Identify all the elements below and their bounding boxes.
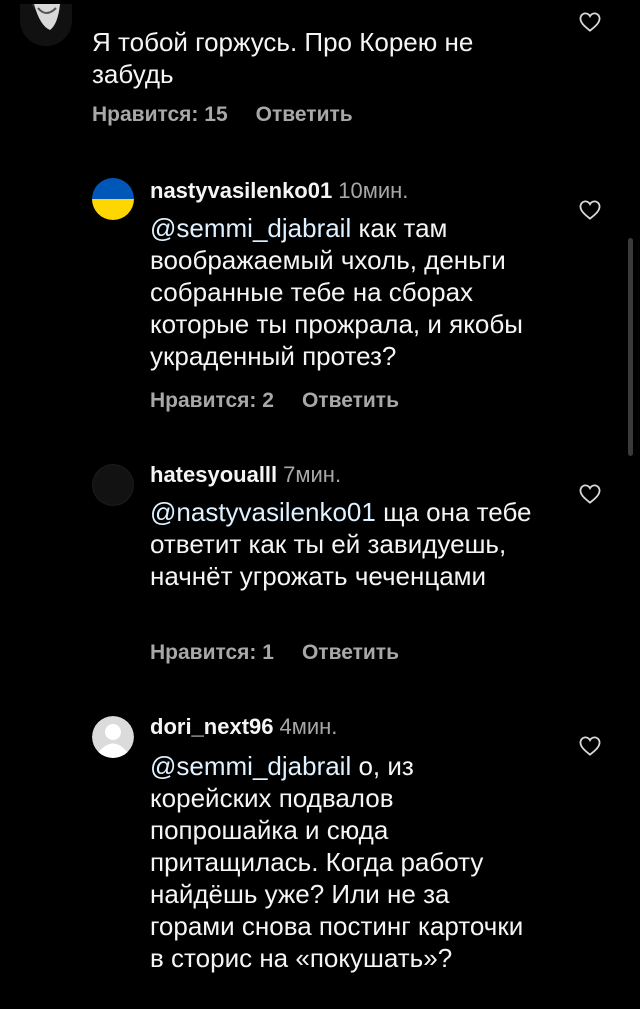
heart-outline-icon[interactable] bbox=[579, 484, 601, 504]
reply-button[interactable]: Ответить bbox=[256, 103, 353, 126]
avatar[interactable] bbox=[92, 178, 134, 220]
comment-text: @nastyvasilenko01 ща она тебе ответит ка… bbox=[150, 496, 535, 592]
comment-text: @semmi_djabrail как там воображаемый чхо… bbox=[150, 212, 535, 372]
comment-meta: hatesyoualll 7мин. bbox=[150, 462, 341, 488]
timestamp: 4мин. bbox=[279, 714, 338, 739]
timestamp: 7мин. bbox=[283, 462, 342, 487]
comment-meta: dori_next96 4мин. bbox=[150, 714, 337, 740]
heart-outline-icon[interactable] bbox=[579, 12, 601, 32]
avatar[interactable] bbox=[92, 716, 134, 758]
reply-button[interactable]: Ответить bbox=[302, 641, 399, 664]
avatar-photo-icon bbox=[20, 4, 72, 46]
username[interactable]: dori_next96 bbox=[150, 714, 274, 739]
comment-body: Я тобой горжусь. Про Корею не забудь bbox=[92, 27, 474, 89]
comment-text: @semmi_djabrail о, из корейских подвалов… bbox=[150, 750, 535, 974]
timestamp: 10мин. bbox=[338, 178, 409, 203]
avatar[interactable] bbox=[20, 4, 72, 46]
heart-outline-icon[interactable] bbox=[579, 200, 601, 220]
comment-meta: nastyvasilenko01 10мин. bbox=[150, 178, 408, 204]
likes-count[interactable]: Нравится: 1 bbox=[150, 641, 274, 664]
heart-outline-icon[interactable] bbox=[579, 736, 601, 756]
avatar[interactable] bbox=[92, 464, 134, 506]
username[interactable]: nastyvasilenko01 bbox=[150, 178, 332, 203]
default-user-avatar-icon bbox=[92, 716, 134, 758]
likes-count[interactable]: Нравится: 2 bbox=[150, 389, 274, 412]
ukraine-flag-avatar-icon bbox=[92, 178, 134, 220]
username[interactable]: hatesyoualll bbox=[150, 462, 277, 487]
likes-count[interactable]: Нравится: 15 bbox=[92, 103, 228, 126]
comment-actions: Нравится: 15 Ответить bbox=[92, 102, 353, 128]
comment-actions: Нравится: 1 Ответить bbox=[150, 640, 399, 666]
mention-link[interactable]: @nastyvasilenko01 bbox=[150, 497, 376, 527]
mention-link[interactable]: @semmi_djabrail bbox=[150, 213, 351, 243]
reply-button[interactable]: Ответить bbox=[302, 389, 399, 412]
dark-avatar-icon bbox=[92, 464, 134, 506]
comment-text: Я тобой горжусь. Про Корею не забудь bbox=[92, 26, 522, 90]
comment-body: о, из корейских подвалов попрошайка и сю… bbox=[150, 751, 524, 973]
scrollbar[interactable] bbox=[628, 238, 633, 456]
comment-actions: Нравится: 2 Ответить bbox=[150, 388, 399, 414]
mention-link[interactable]: @semmi_djabrail bbox=[150, 751, 351, 781]
